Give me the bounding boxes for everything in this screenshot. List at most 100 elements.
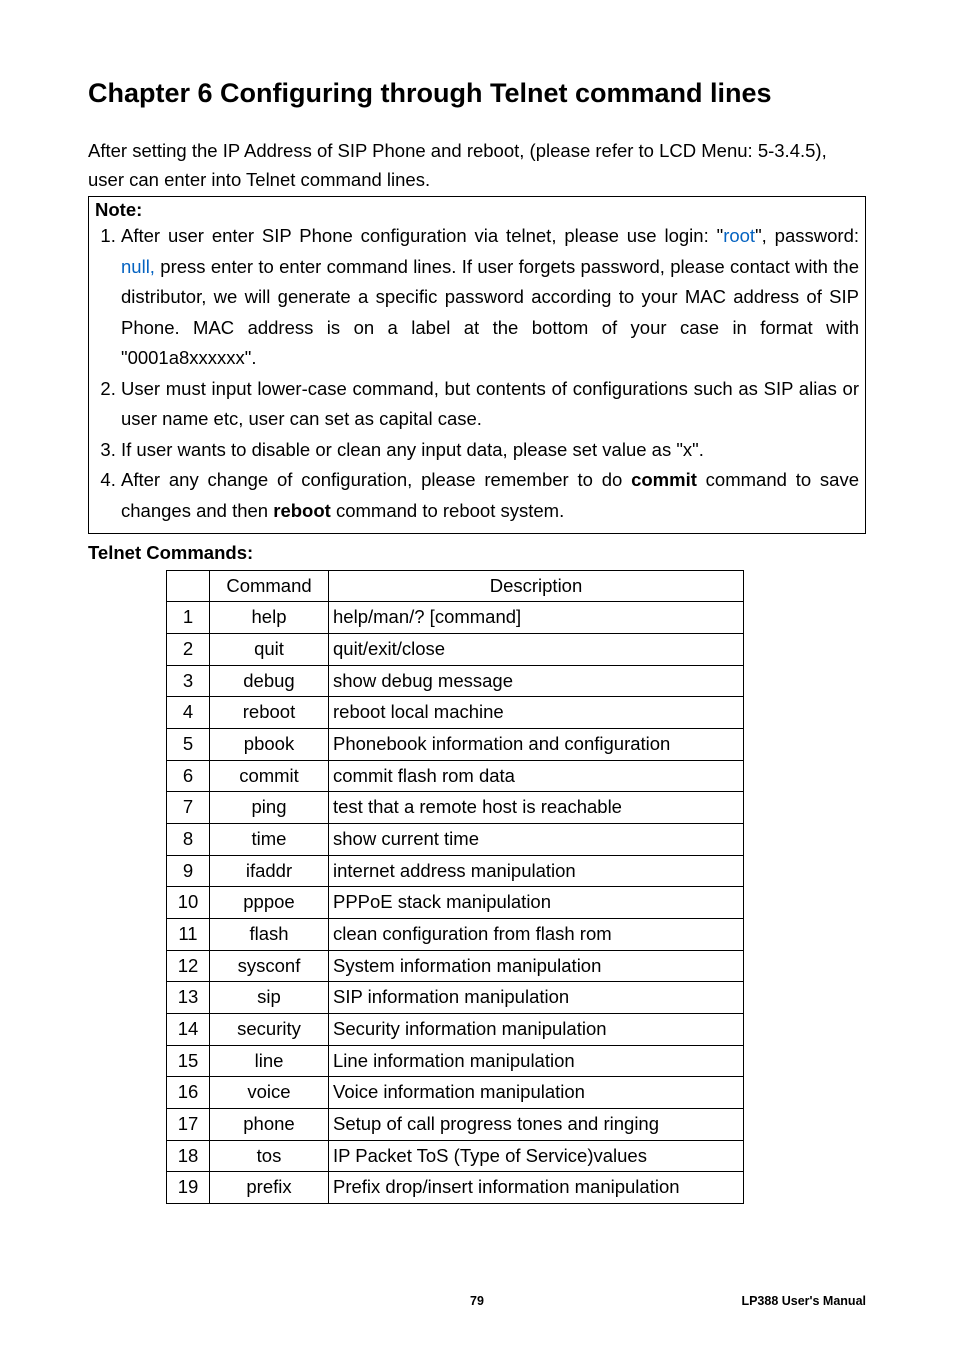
- table-row: 14securitySecurity information manipulat…: [167, 1013, 744, 1045]
- row-command: time: [210, 823, 329, 855]
- row-command: debug: [210, 665, 329, 697]
- row-description: PPPoE stack manipulation: [329, 887, 744, 919]
- row-description: clean configuration from flash rom: [329, 918, 744, 950]
- row-description: show debug message: [329, 665, 744, 697]
- table-row: 13sipSIP information manipulation: [167, 982, 744, 1014]
- row-description: show current time: [329, 823, 744, 855]
- row-command: line: [210, 1045, 329, 1077]
- table-row: 18tosIP Packet ToS (Type of Service)valu…: [167, 1140, 744, 1172]
- note-item-1: After user enter SIP Phone configuration…: [121, 221, 859, 374]
- table-row: 19prefixPrefix drop/insert information m…: [167, 1172, 744, 1204]
- row-command: tos: [210, 1140, 329, 1172]
- table-row: 12sysconfSystem information manipulation: [167, 950, 744, 982]
- row-description: quit/exit/close: [329, 633, 744, 665]
- note1-null-link: null,: [121, 256, 155, 277]
- table-header-row: Command Description: [167, 570, 744, 602]
- table-row: 6commitcommit flash rom data: [167, 760, 744, 792]
- row-index: 19: [167, 1172, 210, 1204]
- table-row: 9ifaddrinternet address manipulation: [167, 855, 744, 887]
- header-blank: [167, 570, 210, 602]
- row-command: commit: [210, 760, 329, 792]
- intro-paragraph: After setting the IP Address of SIP Phon…: [88, 137, 866, 194]
- table-row: 16voiceVoice information manipulation: [167, 1077, 744, 1109]
- chapter-title: Chapter 6 Configuring through Telnet com…: [88, 78, 866, 109]
- row-index: 18: [167, 1140, 210, 1172]
- telnet-commands-heading: Telnet Commands:: [88, 542, 866, 564]
- table-row: 15lineLine information manipulation: [167, 1045, 744, 1077]
- row-description: internet address manipulation: [329, 855, 744, 887]
- row-description: help/man/? [command]: [329, 602, 744, 634]
- note-item-4: After any change of configuration, pleas…: [121, 465, 859, 526]
- row-index: 11: [167, 918, 210, 950]
- row-command: sip: [210, 982, 329, 1014]
- table-row: 5pbookPhonebook information and configur…: [167, 728, 744, 760]
- row-description: SIP information manipulation: [329, 982, 744, 1014]
- row-description: IP Packet ToS (Type of Service)values: [329, 1140, 744, 1172]
- row-command: pppoe: [210, 887, 329, 919]
- table-row: 10pppoePPPoE stack manipulation: [167, 887, 744, 919]
- table-row: 7pingtest that a remote host is reachabl…: [167, 792, 744, 824]
- row-description: Phonebook information and configuration: [329, 728, 744, 760]
- row-command: ping: [210, 792, 329, 824]
- row-index: 14: [167, 1013, 210, 1045]
- row-command: flash: [210, 918, 329, 950]
- row-description: reboot local machine: [329, 697, 744, 729]
- row-index: 12: [167, 950, 210, 982]
- note4-text-a: After any change of configuration, pleas…: [121, 469, 631, 490]
- footer-manual-name: LP388 User's Manual: [741, 1294, 866, 1308]
- note1-text-c: press enter to enter command lines. If u…: [121, 256, 859, 369]
- table-row: 8timeshow current time: [167, 823, 744, 855]
- row-command: phone: [210, 1108, 329, 1140]
- note4-commit: commit: [631, 469, 697, 490]
- row-command: voice: [210, 1077, 329, 1109]
- row-index: 1: [167, 602, 210, 634]
- row-index: 7: [167, 792, 210, 824]
- row-command: help: [210, 602, 329, 634]
- note4-text-c: command to reboot system.: [331, 500, 564, 521]
- row-index: 6: [167, 760, 210, 792]
- row-index: 10: [167, 887, 210, 919]
- note-item-3: If user wants to disable or clean any in…: [121, 435, 859, 466]
- note1-text-b: ", password:: [755, 225, 859, 246]
- table-row: 1helphelp/man/? [command]: [167, 602, 744, 634]
- header-description: Description: [329, 570, 744, 602]
- row-index: 8: [167, 823, 210, 855]
- header-command: Command: [210, 570, 329, 602]
- table-row: 11flashclean configuration from flash ro…: [167, 918, 744, 950]
- row-index: 5: [167, 728, 210, 760]
- table-row: 17phoneSetup of call progress tones and …: [167, 1108, 744, 1140]
- row-index: 13: [167, 982, 210, 1014]
- row-description: System information manipulation: [329, 950, 744, 982]
- row-index: 17: [167, 1108, 210, 1140]
- row-description: Line information manipulation: [329, 1045, 744, 1077]
- note-label: Note:: [95, 199, 859, 221]
- row-index: 16: [167, 1077, 210, 1109]
- commands-table: Command Description 1helphelp/man/? [com…: [166, 570, 744, 1204]
- row-command: reboot: [210, 697, 329, 729]
- row-description: Security information manipulation: [329, 1013, 744, 1045]
- row-index: 2: [167, 633, 210, 665]
- row-command: ifaddr: [210, 855, 329, 887]
- note-item-2: User must input lower-case command, but …: [121, 374, 859, 435]
- row-description: Prefix drop/insert information manipulat…: [329, 1172, 744, 1204]
- row-description: test that a remote host is reachable: [329, 792, 744, 824]
- note-box: Note: After user enter SIP Phone configu…: [88, 196, 866, 533]
- row-index: 9: [167, 855, 210, 887]
- row-command: security: [210, 1013, 329, 1045]
- table-row: 4rebootreboot local machine: [167, 697, 744, 729]
- note4-reboot: reboot: [273, 500, 331, 521]
- table-row: 3debugshow debug message: [167, 665, 744, 697]
- row-command: pbook: [210, 728, 329, 760]
- note-list: After user enter SIP Phone configuration…: [95, 221, 859, 526]
- row-description: commit flash rom data: [329, 760, 744, 792]
- row-index: 15: [167, 1045, 210, 1077]
- row-command: prefix: [210, 1172, 329, 1204]
- table-row: 2quitquit/exit/close: [167, 633, 744, 665]
- note1-text-a: After user enter SIP Phone configuration…: [121, 225, 723, 246]
- note1-root-link: root: [723, 225, 755, 246]
- footer-page-number: 79: [470, 1294, 484, 1308]
- row-description: Voice information manipulation: [329, 1077, 744, 1109]
- row-command: sysconf: [210, 950, 329, 982]
- page: Chapter 6 Configuring through Telnet com…: [0, 0, 954, 1350]
- row-index: 3: [167, 665, 210, 697]
